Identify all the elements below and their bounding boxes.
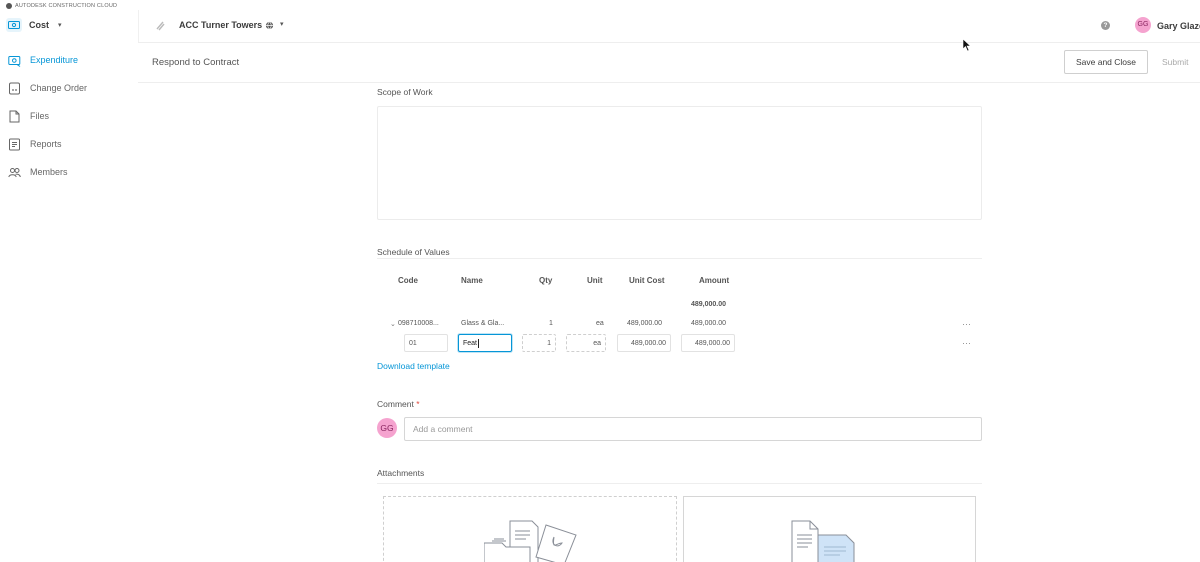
column-header-qty: Qty bbox=[539, 276, 553, 285]
scope-of-work-title: Scope of Work bbox=[377, 87, 433, 97]
column-header-unit-cost: Unit Cost bbox=[629, 276, 665, 285]
download-template-link[interactable]: Download template bbox=[377, 361, 450, 371]
sidebar-item-label: Members bbox=[30, 167, 68, 177]
attachment-select-zone[interactable] bbox=[683, 496, 976, 562]
sidebar: Cost ▾ Expenditure Change Order Files Re… bbox=[0, 10, 138, 562]
text-caret bbox=[478, 338, 480, 348]
page-header: Respond to Contract Save and Close Submi… bbox=[138, 42, 1200, 83]
members-icon bbox=[8, 167, 21, 177]
code-input[interactable]: 01 bbox=[404, 334, 448, 352]
amount-input[interactable]: 489,000.00 bbox=[681, 334, 735, 352]
sidebar-item-files[interactable]: Files bbox=[0, 102, 138, 130]
unit-input[interactable]: ea bbox=[566, 334, 606, 352]
required-mark: * bbox=[416, 399, 420, 409]
row-name: Glass & Gla... bbox=[461, 320, 505, 327]
row-qty: 1 bbox=[549, 320, 553, 327]
top-bar: ACC Turner Towers ▾ ? GG Gary Glaze bbox=[138, 10, 1200, 42]
sidebar-item-reports[interactable]: Reports bbox=[0, 130, 138, 158]
sidebar-item-change-order[interactable]: Change Order bbox=[0, 74, 138, 102]
column-header-unit: Unit bbox=[587, 276, 603, 285]
upload-files-illustration-icon bbox=[484, 520, 577, 562]
schedule-of-values-title: Schedule of Values bbox=[377, 247, 450, 257]
sidebar-item-label: Files bbox=[30, 111, 50, 121]
brand-bar: AUTODESK CONSTRUCTION CLOUD bbox=[6, 1, 117, 10]
documents-illustration-icon bbox=[791, 520, 855, 562]
cost-module-icon bbox=[6, 18, 22, 32]
globe-icon bbox=[265, 21, 274, 30]
avatar[interactable]: GG bbox=[1135, 17, 1151, 33]
project-icon bbox=[156, 21, 165, 31]
chevron-down-icon[interactable]: ⌄ bbox=[390, 320, 396, 328]
page-title: Respond to Contract bbox=[152, 57, 240, 68]
chevron-down-icon: ▾ bbox=[58, 22, 62, 29]
row-more-icon[interactable]: ··· bbox=[962, 320, 971, 329]
sidebar-item-members[interactable]: Members bbox=[0, 158, 138, 186]
divider bbox=[377, 258, 982, 259]
autodesk-logo-icon bbox=[6, 2, 12, 9]
column-header-amount: Amount bbox=[699, 276, 730, 285]
column-header-code: Code bbox=[398, 276, 418, 285]
name-input-value: Feat bbox=[463, 339, 478, 347]
row-code: 098710008... bbox=[398, 320, 439, 327]
comment-input[interactable] bbox=[404, 417, 982, 441]
divider bbox=[377, 483, 982, 484]
unit-cost-input[interactable]: 489,000.00 bbox=[617, 334, 671, 352]
report-icon bbox=[9, 138, 20, 150]
row-more-icon[interactable]: ··· bbox=[962, 339, 971, 348]
attachment-drop-zone[interactable] bbox=[383, 496, 677, 562]
avatar: GG bbox=[377, 418, 397, 438]
comment-label: Comment * bbox=[377, 399, 420, 409]
total-amount: 489,000.00 bbox=[691, 301, 727, 308]
help-icon[interactable]: ? bbox=[1101, 21, 1110, 30]
expenditure-icon bbox=[8, 55, 21, 67]
sidebar-item-expenditure[interactable]: Expenditure bbox=[0, 46, 138, 74]
row-unit: ea bbox=[596, 320, 604, 327]
module-label: Cost bbox=[29, 20, 49, 30]
chevron-down-icon[interactable]: ▾ bbox=[280, 20, 284, 28]
sidebar-nav: Expenditure Change Order Files Reports M… bbox=[0, 46, 138, 186]
project-name[interactable]: ACC Turner Towers bbox=[179, 20, 262, 30]
qty-input[interactable]: 1 bbox=[522, 334, 556, 352]
change-order-icon bbox=[9, 82, 20, 94]
comment-label-text: Comment bbox=[377, 399, 414, 409]
module-switcher[interactable]: Cost ▾ bbox=[6, 18, 62, 32]
save-and-close-button[interactable]: Save and Close bbox=[1064, 50, 1148, 74]
brand-text: AUTODESK CONSTRUCTION CLOUD bbox=[15, 2, 118, 9]
row-unit-cost: 489,000.00 bbox=[627, 320, 663, 327]
user-name[interactable]: Gary Glaze bbox=[1157, 21, 1200, 31]
sidebar-item-label: Reports bbox=[30, 139, 62, 149]
sidebar-item-label: Expenditure bbox=[30, 55, 79, 65]
row-amount: 489,000.00 bbox=[691, 320, 727, 327]
sidebar-item-label: Change Order bbox=[30, 83, 88, 93]
submit-button[interactable]: Submit bbox=[1162, 50, 1200, 74]
column-header-name: Name bbox=[461, 276, 483, 285]
scope-of-work-textarea[interactable] bbox=[377, 106, 982, 220]
name-input[interactable]: Feat bbox=[458, 334, 512, 352]
file-icon bbox=[9, 110, 20, 122]
attachments-title: Attachments bbox=[377, 468, 425, 478]
mouse-cursor-icon bbox=[962, 38, 972, 52]
